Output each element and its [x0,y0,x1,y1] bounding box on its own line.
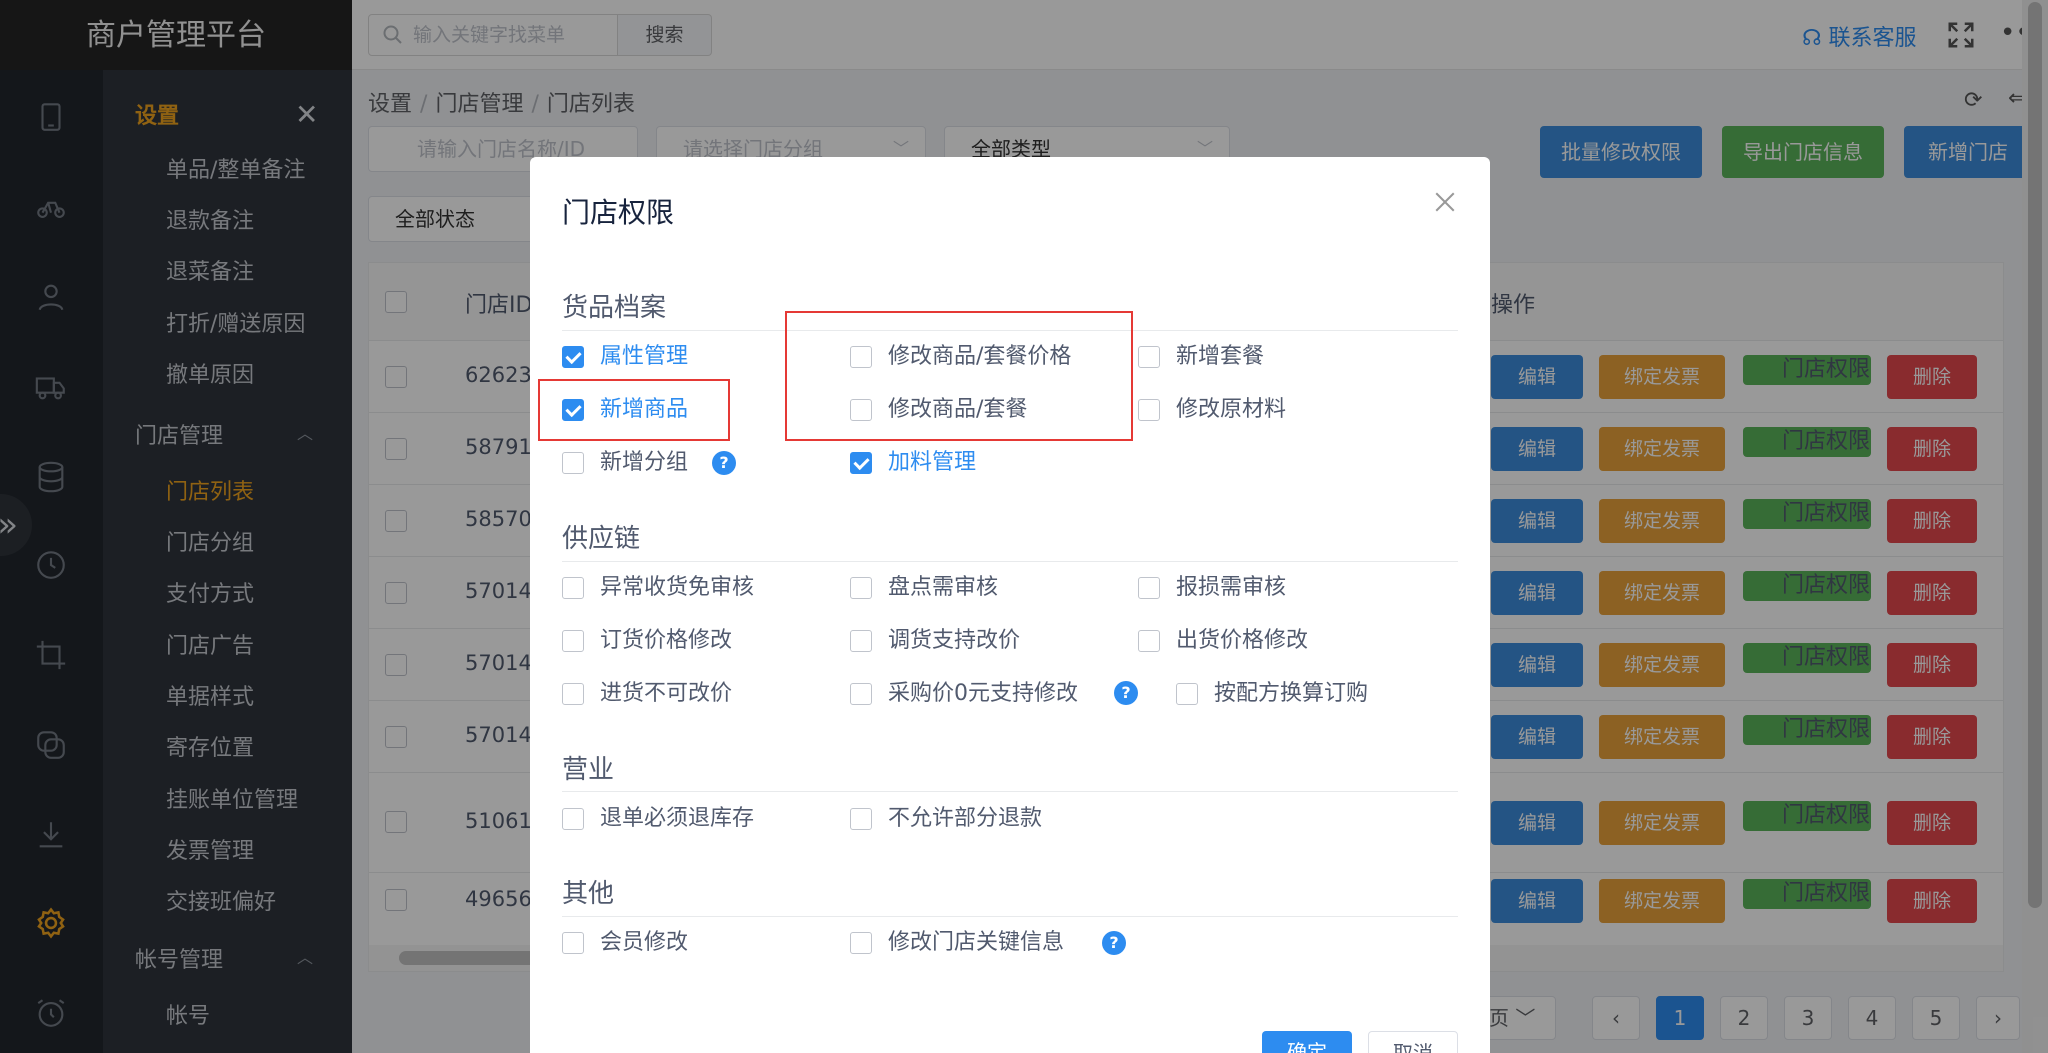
permission-label: 不允许部分退款 [888,806,1043,831]
checkbox-box[interactable] [1138,346,1160,368]
permission-label: 会员修改 [600,930,689,955]
section-divider [562,916,1458,917]
section-divider [562,561,1458,562]
section-divider [562,791,1458,792]
permission-label: 退单必须退库存 [600,806,755,831]
permission-label: 修改原材料 [1176,397,1287,422]
permission-checkbox[interactable]: 按配方换算订购 [1176,679,1368,709]
permission-label: 按配方换算订购 [1214,681,1369,706]
close-icon[interactable] [1430,187,1460,217]
permission-checkbox[interactable]: 属性管理 [562,342,688,372]
permission-checkbox[interactable]: 调货支持改价 [850,626,1020,656]
checkbox-box[interactable] [1138,399,1160,421]
permission-checkbox[interactable]: 采购价0元支持修改 [850,679,1078,709]
permission-checkbox[interactable]: 修改原材料 [1138,395,1286,425]
checkbox-box[interactable] [562,808,584,830]
permission-label: 盘点需审核 [888,575,999,600]
permission-checkbox[interactable]: 不允许部分退款 [850,804,1042,834]
section-title: 供应链 [562,524,641,554]
permission-label: 进货不可改价 [600,681,733,706]
permission-label: 报损需审核 [1176,575,1287,600]
permission-label: 采购价0元支持修改 [888,681,1078,706]
cancel-button[interactable]: 取消 [1368,1031,1458,1053]
checkbox-box[interactable] [850,577,872,599]
checkbox-box[interactable] [1176,683,1198,705]
permission-checkbox[interactable]: 修改门店关键信息 [850,928,1064,958]
permission-checkbox[interactable]: 进货不可改价 [562,679,732,709]
permission-label: 属性管理 [600,344,689,369]
checkbox-box[interactable] [850,932,872,954]
help-icon[interactable]: ? [1102,931,1126,955]
checkbox-box[interactable] [850,630,872,652]
section-title: 货品档案 [562,293,667,323]
permission-label: 出货价格修改 [1176,628,1309,653]
permission-checkbox[interactable]: 订货价格修改 [562,626,732,656]
checkbox-box[interactable] [562,577,584,599]
permission-label: 新增套餐 [1176,344,1265,369]
permission-label: 异常收货免审核 [600,575,755,600]
permission-label: 新增分组 [600,450,689,475]
checkbox-box[interactable] [562,630,584,652]
permission-label: 加料管理 [888,450,977,475]
checkbox-box[interactable] [850,808,872,830]
checkbox-box[interactable] [562,452,584,474]
dialog-title: 门店权限 [562,196,675,229]
permission-checkbox[interactable]: 新增套餐 [1138,342,1264,372]
permission-label: 修改门店关键信息 [888,930,1065,955]
checkbox-box[interactable] [562,683,584,705]
checkbox-box[interactable] [562,346,584,368]
highlight-box [538,379,730,441]
permission-checkbox[interactable]: 会员修改 [562,928,688,958]
store-permission-dialog: 门店权限 货品档案 属性管理 修改商品/套餐价格 新增套餐 新增商品 修改商品/… [530,157,1490,1053]
checkbox-box[interactable] [850,683,872,705]
permission-label: 订货价格修改 [600,628,733,653]
permission-checkbox[interactable]: 退单必须退库存 [562,804,754,834]
permission-checkbox[interactable]: 加料管理 [850,448,976,478]
permission-label: 调货支持改价 [888,628,1021,653]
checkbox-box[interactable] [850,452,872,474]
permission-checkbox[interactable]: 盘点需审核 [850,573,998,603]
checkbox-box[interactable] [1138,577,1160,599]
highlight-box [785,311,1133,441]
permission-checkbox[interactable]: 异常收货免审核 [562,573,754,603]
section-title: 其他 [562,879,615,909]
help-icon[interactable]: ? [1114,681,1138,705]
help-icon[interactable]: ? [712,451,736,475]
confirm-button[interactable]: 确定 [1262,1031,1352,1053]
section-title: 营业 [562,755,615,785]
checkbox-box[interactable] [1138,630,1160,652]
permission-checkbox[interactable]: 出货价格修改 [1138,626,1308,656]
permission-checkbox[interactable]: 报损需审核 [1138,573,1286,603]
checkbox-box[interactable] [562,932,584,954]
permission-checkbox[interactable]: 新增分组 [562,448,688,478]
